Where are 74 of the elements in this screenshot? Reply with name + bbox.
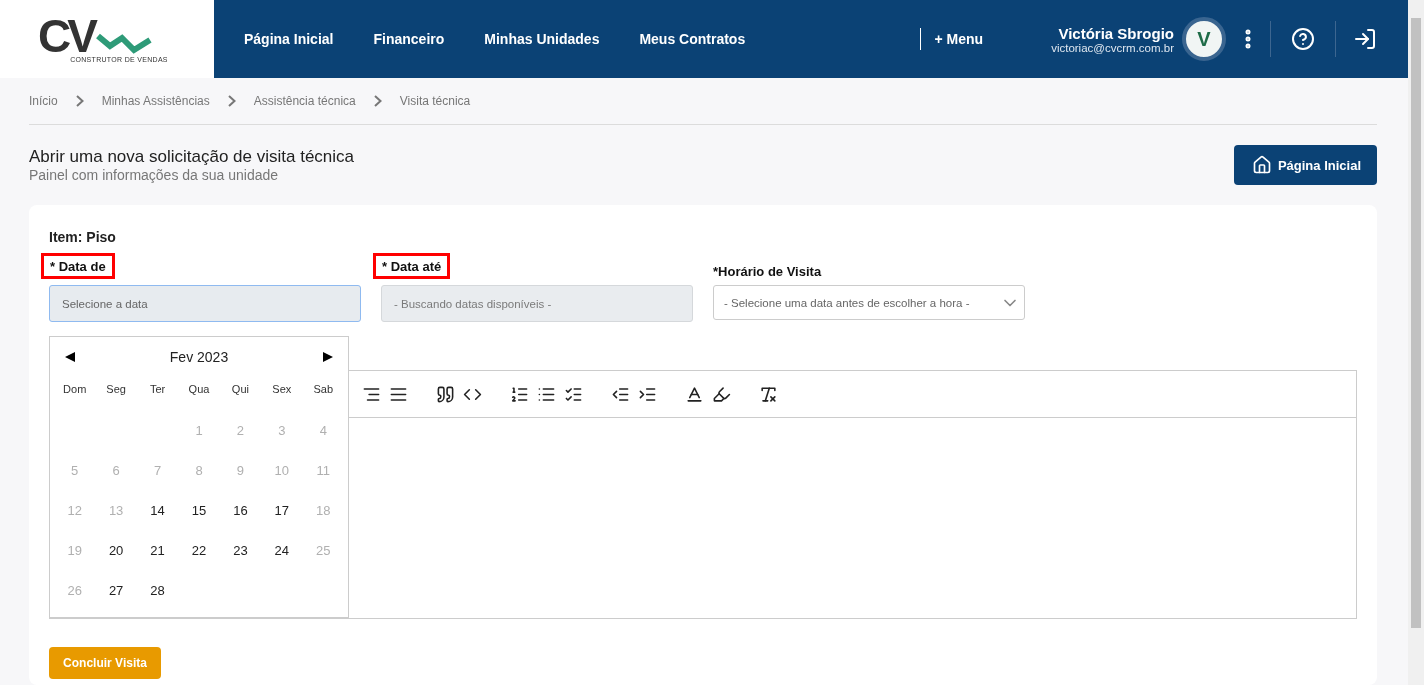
calendar-day: 25 — [302, 543, 344, 583]
login-icon[interactable] — [1353, 27, 1377, 51]
weekday-label: Dom — [62, 383, 88, 397]
chevron-right-icon — [75, 95, 84, 107]
user-name: Victória Sbrogio — [1058, 24, 1174, 42]
scrollbar[interactable] — [1408, 0, 1424, 685]
home-button[interactable]: Página Inicial — [1233, 145, 1377, 185]
calendar-day: 6 — [95, 463, 137, 503]
user-avatar[interactable]: V — [1182, 17, 1226, 61]
help-icon[interactable] — [1291, 27, 1315, 51]
calendar-day[interactable]: 20 — [95, 543, 137, 583]
calendar-day: 2 — [219, 423, 262, 463]
date-input[interactable]: Selecione a data — [49, 285, 361, 322]
weekday-label: Qui — [230, 383, 250, 397]
logo-mark: CV — [38, 15, 94, 56]
nav-link[interactable]: Página Inicial — [244, 31, 334, 47]
page-title: Abrir uma nova solicitação de visita técnica — [29, 147, 355, 167]
weekday-label: Qua — [187, 383, 211, 397]
previous-month-icon[interactable] — [64, 351, 76, 363]
calendar-day: 8 — [178, 463, 220, 503]
calendar-day[interactable]: 15 — [178, 503, 220, 543]
calendar-day[interactable]: 27 — [95, 583, 137, 623]
calendar-day: 18 — [302, 503, 344, 543]
next-month-icon[interactable] — [322, 351, 334, 363]
quote-icon[interactable] — [436, 384, 455, 404]
select-placeholder: - Selecione uma data antes de escolher a hora - — [724, 296, 970, 309]
calendar-day: 3 — [261, 423, 303, 463]
calendar-day: 5 — [54, 463, 96, 503]
ordered-list-icon[interactable] — [510, 384, 529, 404]
chevron-right-icon — [227, 95, 236, 107]
calendar-day: 4 — [302, 423, 344, 463]
calendar-day: 13 — [95, 503, 137, 543]
home-icon — [1251, 155, 1272, 175]
calendar-day[interactable]: 23 — [219, 543, 262, 583]
calendar-day[interactable]: 22 — [178, 543, 220, 583]
calendar-day: 26 — [54, 583, 96, 623]
user-email: victoriac@cvcrm.com.br — [1051, 41, 1174, 54]
calendar-day: 7 — [136, 463, 179, 503]
highlight-icon[interactable] — [712, 384, 731, 404]
calendar-day[interactable]: 24 — [261, 543, 303, 583]
zigzag-logo-icon — [95, 31, 152, 56]
page-subtitle: Painel com informações da sua unidade — [29, 167, 280, 183]
calendar-day[interactable]: 28 — [136, 583, 179, 623]
calendar-month: Fev 2023 — [169, 349, 229, 365]
chevron-right-icon — [373, 95, 382, 107]
weekday-label: Sab — [312, 383, 335, 397]
nav-link[interactable]: Minhas Unidades — [484, 31, 600, 47]
calendar-day: 10 — [261, 463, 303, 503]
breadcrumb-link[interactable]: Assistência técnica — [253, 94, 356, 108]
nav-link[interactable]: Financeiro — [373, 31, 445, 47]
calendar-day: 11 — [302, 463, 344, 503]
breadcrumb-link[interactable]: Visita técnica — [399, 94, 471, 108]
calendar-day[interactable]: 16 — [219, 503, 262, 543]
time-select[interactable]: - Selecione uma data antes de escolher a hora - — [713, 285, 1025, 320]
breadcrumb-link[interactable]: Minhas Assistências — [101, 94, 210, 108]
nav-link[interactable]: Meus Contratos — [639, 31, 746, 47]
calendar-day: 1 — [178, 423, 220, 463]
font-color-icon[interactable] — [685, 384, 704, 404]
breadcrumb-link[interactable]: Início — [29, 94, 58, 108]
weekday-label: Seg — [105, 383, 127, 397]
calendar-day: 19 — [54, 543, 96, 583]
item-label: Item: Piso — [49, 229, 117, 245]
weekday-label: Sex — [271, 383, 293, 397]
calendar-day: 9 — [219, 463, 262, 503]
field-label: *Horário de Visita — [713, 264, 822, 279]
calendar-day: 12 — [54, 503, 96, 543]
highlighted-label: * Data até — [373, 253, 451, 279]
calendar-day[interactable]: 21 — [136, 543, 179, 583]
menu-link[interactable]: + Menu — [934, 31, 984, 47]
calendar-day[interactable]: 14 — [136, 503, 179, 543]
calendar-day[interactable]: 17 — [261, 503, 303, 543]
highlighted-label: * Data de — [41, 253, 115, 279]
weekday-label: Ter — [148, 383, 167, 397]
clear-format-icon[interactable] — [759, 384, 778, 404]
